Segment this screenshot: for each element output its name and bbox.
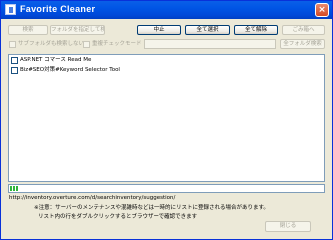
item-checkbox[interactable] xyxy=(11,67,18,74)
folder-search-button[interactable]: フォルダを指定して検索 xyxy=(50,25,105,35)
note-line-2: リスト内の行をダブルクリックするとブラウザーで確認できます xyxy=(38,214,198,220)
progress-bar xyxy=(8,184,325,193)
window-title: Favorite Cleaner xyxy=(20,4,96,14)
item-label: Biz#SEO対策#Keyword Selector Tool xyxy=(20,67,120,73)
item-checkbox[interactable] xyxy=(11,57,18,64)
duplicate-mode-checkbox[interactable] xyxy=(83,41,90,48)
close-button[interactable]: 閉じる xyxy=(265,221,311,232)
close-window-button[interactable]: × xyxy=(315,3,329,17)
move-to-trash-button[interactable]: ごみ箱へ xyxy=(282,25,325,35)
results-list[interactable]: ASP.NET コマース Read Me Biz#SEO対策#Keyword S… xyxy=(8,54,325,182)
note-line-1: ※注意：サーバーのメンテナンスや混雑時などは一時的にリストに登録される場合があり… xyxy=(34,205,269,211)
item-label: ASP.NET コマース Read Me xyxy=(20,57,92,63)
deselect-all-button[interactable]: 全て解除 xyxy=(234,25,278,35)
progress-fill xyxy=(10,186,19,191)
stop-button[interactable]: 中止 xyxy=(137,25,181,35)
status-url: http://inventory.overture.com/d/searchin… xyxy=(9,195,176,201)
select-all-button[interactable]: 全て選択 xyxy=(185,25,230,35)
app-window: Favorite Cleaner × 検索 フォルダを指定して検索 中止 全て選… xyxy=(0,0,333,240)
folder-path-input[interactable] xyxy=(144,39,276,49)
no-subfolder-checkbox[interactable] xyxy=(9,41,16,48)
app-icon xyxy=(5,4,16,15)
title-bar[interactable]: Favorite Cleaner × xyxy=(1,1,332,19)
all-folders-search-button[interactable]: 全フォルダ検索 xyxy=(280,39,325,49)
duplicate-mode-label: 重複チェックモード xyxy=(92,41,142,47)
no-subfolder-label: サブフォルダも検索しない xyxy=(18,41,85,47)
search-button[interactable]: 検索 xyxy=(8,25,48,35)
